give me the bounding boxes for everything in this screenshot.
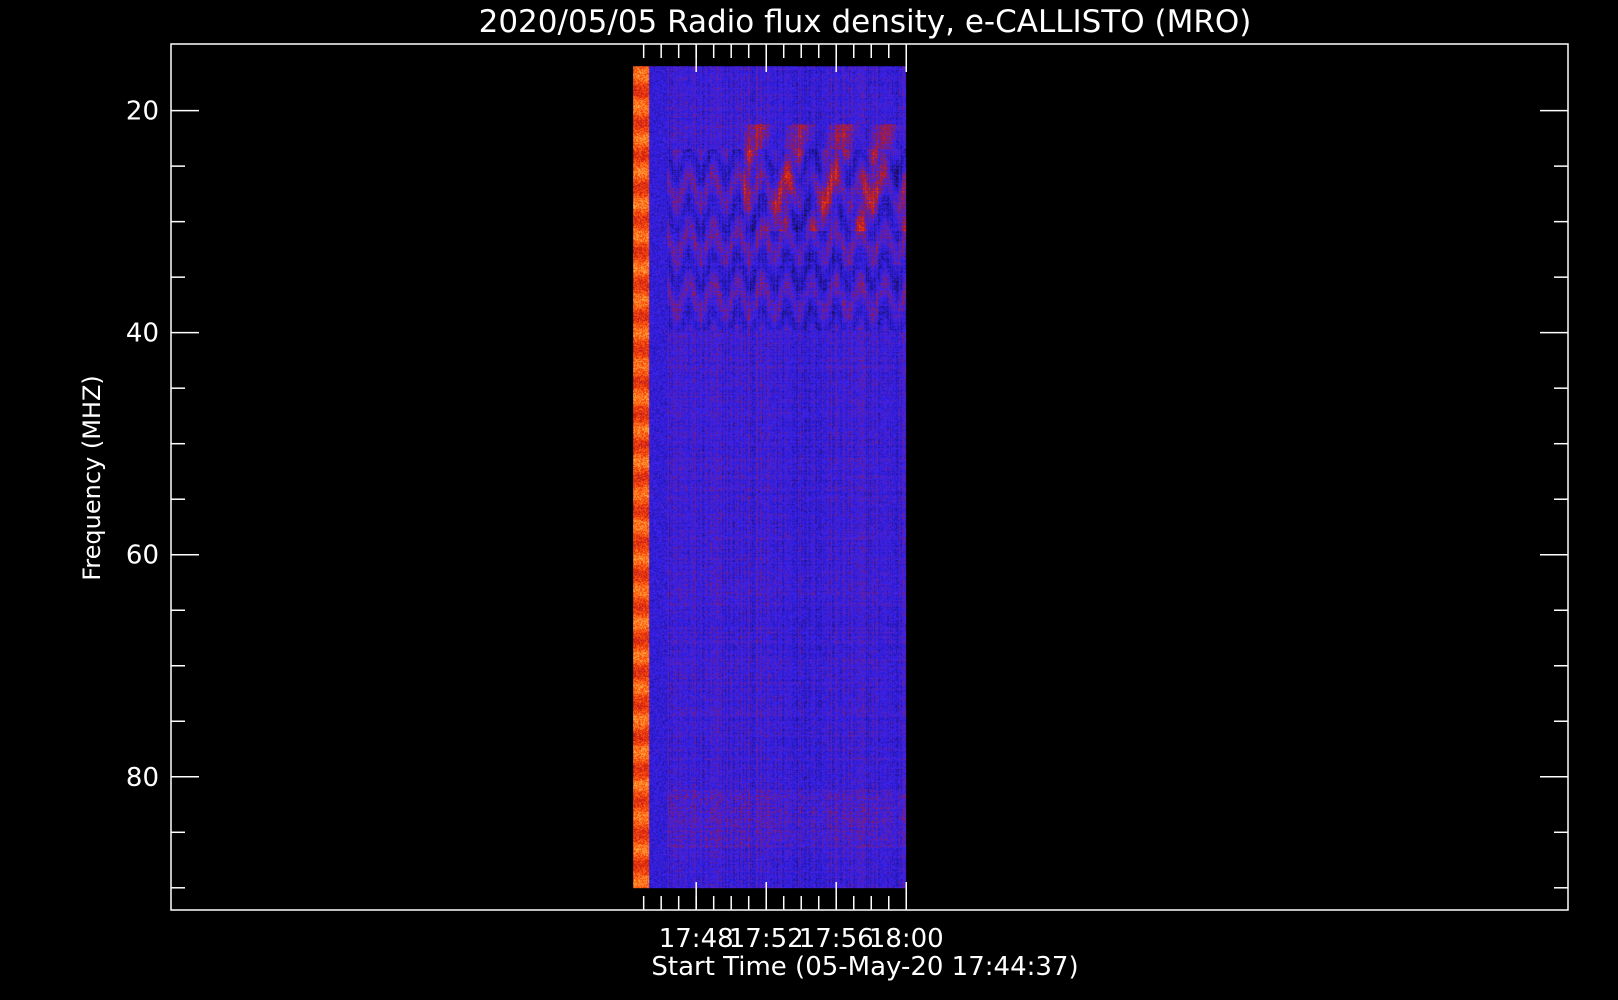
spectrogram-heatmap [633,66,907,889]
plot-area [633,66,907,889]
x-tick-label: 18:00 [869,924,944,954]
chart-title: 2020/05/05 Radio flux density, e-CALLIST… [479,4,1252,40]
x-tick-label: 17:56 [799,924,874,954]
x-tick-label: 17:48 [659,924,734,954]
y-tick-label: 20 [126,97,159,127]
x-axis-label: Start Time (05-May-20 17:44:37) [651,952,1078,982]
y-tick-label: 40 [126,319,159,349]
spectrogram-figure: 2020/05/05 Radio flux density, e-CALLIST… [0,0,1618,1000]
x-tick-label: 17:52 [729,924,804,954]
y-axis-label: Frequency (MHZ) [78,375,106,581]
y-tick-label: 80 [126,763,159,793]
y-tick-label: 60 [126,541,159,571]
